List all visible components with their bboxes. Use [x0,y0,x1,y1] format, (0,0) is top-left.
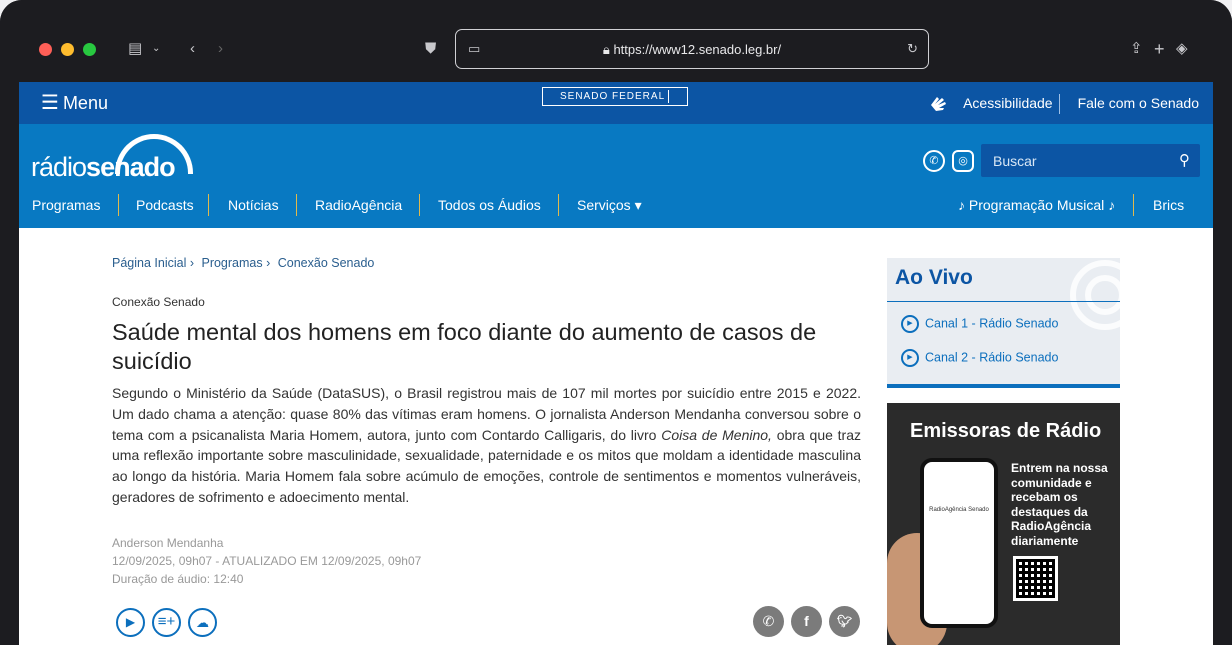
url-value: https://www12.senado.leg.br/ [613,42,782,57]
senado-logo-text: SENADO FEDERAL [560,91,666,102]
twitter-share-icon[interactable]: 🐦︎ [829,606,860,637]
forward-icon[interactable]: › [218,40,223,58]
nav-radioagencia[interactable]: RadioAgência [315,195,402,215]
nav-divider [208,194,209,216]
nav-servicos[interactable]: Serviços ▾ [577,195,642,215]
add-to-playlist-button[interactable]: ≡+ [152,608,181,637]
nav-brics[interactable]: Brics [1153,195,1184,215]
senado-federal-logo[interactable]: SENADO FEDERAL [542,87,688,106]
maximize-window-button[interactable] [83,43,96,56]
play-circle-icon: ▶ [901,349,919,367]
divider [1058,94,1072,115]
nav-noticias[interactable]: Notícias [228,195,279,215]
book-title: Coisa de Menino, [661,426,772,443]
logo-text-radio: rádio [31,152,87,182]
article-dates: 12/09/2025, 09h07 - ATUALIZADO EM 12/09/… [112,554,422,568]
menu-button[interactable]: ☰ Menu [41,88,108,118]
reload-icon[interactable]: ↻ [907,40,918,58]
radio-waves-inner [1085,275,1125,315]
top-links: Acessibilidade Fale com o Senado [927,88,1205,118]
tabs-overview-icon[interactable]: ◈ [1176,40,1188,58]
banner-title: Emissoras de Rádio [910,420,1102,442]
search-box[interactable]: Buscar ⚲ [981,144,1200,177]
contact-link[interactable]: Fale com o Senado [1072,95,1205,111]
senado-topbar: ☰ Menu SENADO FEDERAL Acessibilidade Fale … [19,82,1213,124]
nav-divider [1133,194,1134,216]
search-icon[interactable]: ⚲ [1179,151,1190,169]
nav-programas[interactable]: Programas [32,195,100,215]
download-icon[interactable]: ☁ [188,608,217,637]
back-icon[interactable]: ‹ [190,40,195,58]
article-title: Saúde mental dos homens em foco diante d… [112,319,817,374]
breadcrumb-programas[interactable]: Programas › [201,256,270,270]
search-input[interactable]: Buscar [993,153,1037,169]
whatsapp-share-icon[interactable]: ✆ [753,606,784,637]
minimize-window-button[interactable] [61,43,74,56]
main-nav: Programas Podcasts Notícias RadioAgência… [19,186,1213,226]
menu-label: Menu [62,93,108,113]
instagram-icon[interactable]: ◎ [952,150,974,172]
nav-podcasts[interactable]: Podcasts [136,195,194,215]
url-text[interactable]: 🔒︎ https://www12.senado.leg.br/ [456,42,928,58]
channel-1-link[interactable]: ▶ Canal 1 - Rádio Senado [901,315,1058,333]
ao-vivo-divider [887,301,1120,302]
chevron-down-icon[interactable]: ⌄ [152,40,160,58]
nav-programacao-musical[interactable]: ♪ Programação Musical ♪ [958,195,1115,215]
ao-vivo-box: Ao Vivo ▶ Canal 1 - Rádio Senado ▶ Canal 2… [887,258,1140,388]
radio-header: rádiosenado ✆ ◎ Buscar ⚲ Programas Podca… [19,124,1213,228]
article-meta: Anderson Mendanha 12/09/2025, 09h07 - AT… [112,534,421,588]
qr-code [1013,556,1058,601]
nav-divider [296,194,297,216]
logo-text-senado: senado [86,152,176,182]
nav-divider [118,194,119,216]
share-icon[interactable]: ⇪ [1130,40,1143,58]
web-page: ☰ Menu SENADO FEDERAL Acessibilidade Fale … [19,82,1213,645]
facebook-share-icon[interactable]: f [791,606,822,637]
breadcrumb-home[interactable]: Página Inicial › [112,256,194,270]
channel-2-label: Canal 2 - Rádio Senado [925,350,1059,365]
channel-1-label: Canal 1 - Rádio Senado [925,316,1059,331]
sign-language-icon [931,97,947,112]
article-kicker: Conexão Senado [112,295,205,309]
article-author: Anderson Mendanha [112,536,224,550]
radio-senado-logo[interactable]: rádiosenado [31,152,176,183]
nav-divider [558,194,559,216]
address-bar[interactable]: ▭ 🔒︎ https://www12.senado.leg.br/ ↻ [455,29,929,69]
ao-vivo-title: Ao Vivo [895,266,973,289]
whatsapp-icon[interactable]: ✆ [923,150,945,172]
article-body: Segundo o Ministério da Saúde (DataSUS),… [112,383,861,508]
phone-image: RadioAgência Senado [920,458,998,628]
audio-duration: Duração de áudio: 12:40 [112,572,244,586]
nav-todos-audios[interactable]: Todos os Áudios [438,195,541,215]
browser-titlebar: ▤ ⌄ ‹ › ⛊ ▭ 🔒︎ https://www12.senado.leg.… [0,0,1232,82]
close-window-button[interactable] [39,43,52,56]
ao-vivo-bottom-bar [887,384,1120,388]
browser-window: ▤ ⌄ ‹ › ⛊ ▭ 🔒︎ https://www12.senado.leg.… [0,0,1232,645]
banner-text: Entrem na nossa comunidade e recebam os … [1011,461,1108,548]
hamburger-icon: ☰ [41,92,59,114]
accessibility-link[interactable]: Acessibilidade [957,95,1059,111]
play-button[interactable]: ▶ [116,608,145,637]
breadcrumb-conexao-senado[interactable]: Conexão Senado [278,256,375,270]
senado-building-icon [668,90,685,103]
breadcrumb: Página Inicial › Programas › Conexão Sen… [112,256,378,270]
channel-2-link[interactable]: ▶ Canal 2 - Rádio Senado [901,349,1058,367]
play-circle-icon: ▶ [901,315,919,333]
new-tab-icon[interactable]: + [1154,40,1165,58]
sidebar-toggle-icon[interactable]: ▤ [128,40,142,58]
nav-divider [419,194,420,216]
lock-icon: 🔒︎ [602,42,614,57]
emissoras-banner[interactable]: Emissoras de Rádio RadioAgência Senado E… [887,403,1120,645]
phone-screen-text: RadioAgência Senado [929,507,989,513]
shield-icon[interactable]: ⛊ [425,40,436,58]
